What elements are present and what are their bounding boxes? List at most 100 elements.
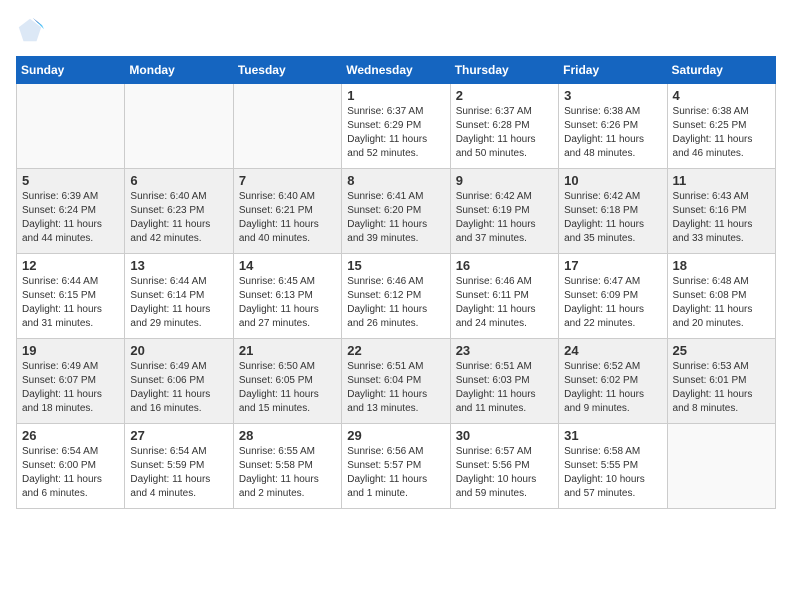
day-number: 6 bbox=[130, 173, 227, 188]
calendar-day-cell: 18 Sunrise: 6:48 AMSunset: 6:08 PMDayligh… bbox=[667, 254, 775, 339]
calendar-day-cell: 15 Sunrise: 6:46 AMSunset: 6:12 PMDayligh… bbox=[342, 254, 450, 339]
weekday-header-row: SundayMondayTuesdayWednesdayThursdayFrid… bbox=[17, 57, 776, 84]
day-number: 11 bbox=[673, 173, 770, 188]
calendar-day-cell bbox=[17, 84, 125, 169]
calendar-day-cell: 28 Sunrise: 6:55 AMSunset: 5:58 PMDayligh… bbox=[233, 424, 341, 509]
calendar-week-row: 1 Sunrise: 6:37 AMSunset: 6:29 PMDaylight… bbox=[17, 84, 776, 169]
day-number: 13 bbox=[130, 258, 227, 273]
calendar-week-row: 5Sunrise: 6:39 AMSunset: 6:24 PMDaylight… bbox=[17, 169, 776, 254]
day-info: Sunrise: 6:44 AMSunset: 6:15 PMDaylight:… bbox=[22, 275, 119, 331]
calendar-week-row: 26 Sunrise: 6:54 AMSunset: 6:00 PMDayligh… bbox=[17, 424, 776, 509]
calendar-day-cell: 13 Sunrise: 6:44 AMSunset: 6:14 PMDayligh… bbox=[125, 254, 233, 339]
day-number: 20 bbox=[130, 343, 227, 358]
calendar-day-cell: 6Sunrise: 6:40 AMSunset: 6:23 PMDaylight… bbox=[125, 169, 233, 254]
day-number: 5 bbox=[22, 173, 119, 188]
day-number: 27 bbox=[130, 428, 227, 443]
day-info: Sunrise: 6:48 AMSunset: 6:08 PMDaylight:… bbox=[673, 275, 770, 331]
day-info: Sunrise: 6:45 AMSunset: 6:13 PMDaylight:… bbox=[239, 275, 336, 331]
day-number: 7 bbox=[239, 173, 336, 188]
day-number: 31 bbox=[564, 428, 661, 443]
day-number: 12 bbox=[22, 258, 119, 273]
day-number: 8 bbox=[347, 173, 444, 188]
calendar-day-cell: 22 Sunrise: 6:51 AMSunset: 6:04 PMDayligh… bbox=[342, 339, 450, 424]
calendar-day-cell: 7 Sunrise: 6:40 AMSunset: 6:21 PMDaylight… bbox=[233, 169, 341, 254]
calendar-day-cell: 27 Sunrise: 6:54 AMSunset: 5:59 PMDayligh… bbox=[125, 424, 233, 509]
day-number: 14 bbox=[239, 258, 336, 273]
day-info: Sunrise: 6:53 AMSunset: 6:01 PMDaylight:… bbox=[673, 360, 770, 416]
day-info: Sunrise: 6:49 AMSunset: 6:06 PMDaylight:… bbox=[130, 360, 227, 416]
calendar-day-cell: 29Sunrise: 6:56 AMSunset: 5:57 PMDayligh… bbox=[342, 424, 450, 509]
day-number: 19 bbox=[22, 343, 119, 358]
calendar-day-cell: 8 Sunrise: 6:41 AMSunset: 6:20 PMDaylight… bbox=[342, 169, 450, 254]
weekday-header-monday: Monday bbox=[125, 57, 233, 84]
day-info: Sunrise: 6:54 AMSunset: 6:00 PMDaylight:… bbox=[22, 445, 119, 501]
day-number: 26 bbox=[22, 428, 119, 443]
day-info: Sunrise: 6:50 AMSunset: 6:05 PMDaylight:… bbox=[239, 360, 336, 416]
weekday-header-tuesday: Tuesday bbox=[233, 57, 341, 84]
logo-icon bbox=[16, 16, 44, 44]
day-info: Sunrise: 6:57 AMSunset: 5:56 PMDaylight:… bbox=[456, 445, 553, 501]
weekday-header-sunday: Sunday bbox=[17, 57, 125, 84]
calendar-day-cell: 1 Sunrise: 6:37 AMSunset: 6:29 PMDaylight… bbox=[342, 84, 450, 169]
calendar-day-cell bbox=[667, 424, 775, 509]
calendar-day-cell: 24 Sunrise: 6:52 AMSunset: 6:02 PMDayligh… bbox=[559, 339, 667, 424]
calendar-day-cell bbox=[233, 84, 341, 169]
day-info: Sunrise: 6:44 AMSunset: 6:14 PMDaylight:… bbox=[130, 275, 227, 331]
day-info: Sunrise: 6:54 AMSunset: 5:59 PMDaylight:… bbox=[130, 445, 227, 501]
day-number: 24 bbox=[564, 343, 661, 358]
calendar-day-cell: 26 Sunrise: 6:54 AMSunset: 6:00 PMDayligh… bbox=[17, 424, 125, 509]
calendar-table: SundayMondayTuesdayWednesdayThursdayFrid… bbox=[16, 56, 776, 509]
day-info: Sunrise: 6:46 AMSunset: 6:11 PMDaylight:… bbox=[456, 275, 553, 331]
calendar-day-cell bbox=[125, 84, 233, 169]
day-number: 18 bbox=[673, 258, 770, 273]
day-info: Sunrise: 6:55 AMSunset: 5:58 PMDaylight:… bbox=[239, 445, 336, 501]
calendar-day-cell: 23 Sunrise: 6:51 AMSunset: 6:03 PMDayligh… bbox=[450, 339, 558, 424]
day-number: 1 bbox=[347, 88, 444, 103]
calendar-day-cell: 20 Sunrise: 6:49 AMSunset: 6:06 PMDayligh… bbox=[125, 339, 233, 424]
day-number: 25 bbox=[673, 343, 770, 358]
day-info: Sunrise: 6:38 AMSunset: 6:26 PMDaylight:… bbox=[564, 105, 661, 161]
page-header bbox=[16, 16, 776, 44]
calendar-week-row: 12 Sunrise: 6:44 AMSunset: 6:15 PMDayligh… bbox=[17, 254, 776, 339]
weekday-header-saturday: Saturday bbox=[667, 57, 775, 84]
day-number: 30 bbox=[456, 428, 553, 443]
day-number: 4 bbox=[673, 88, 770, 103]
day-info: Sunrise: 6:49 AMSunset: 6:07 PMDaylight:… bbox=[22, 360, 119, 416]
calendar-day-cell: 16 Sunrise: 6:46 AMSunset: 6:11 PMDayligh… bbox=[450, 254, 558, 339]
day-number: 21 bbox=[239, 343, 336, 358]
day-info: Sunrise: 6:52 AMSunset: 6:02 PMDaylight:… bbox=[564, 360, 661, 416]
day-info: Sunrise: 6:46 AMSunset: 6:12 PMDaylight:… bbox=[347, 275, 444, 331]
calendar-day-cell: 4 Sunrise: 6:38 AMSunset: 6:25 PMDaylight… bbox=[667, 84, 775, 169]
calendar-day-cell: 11Sunrise: 6:43 AMSunset: 6:16 PMDayligh… bbox=[667, 169, 775, 254]
calendar-day-cell: 25 Sunrise: 6:53 AMSunset: 6:01 PMDayligh… bbox=[667, 339, 775, 424]
calendar-day-cell: 31Sunrise: 6:58 AMSunset: 5:55 PMDayligh… bbox=[559, 424, 667, 509]
logo bbox=[16, 16, 48, 44]
day-info: Sunrise: 6:42 AMSunset: 6:19 PMDaylight:… bbox=[456, 190, 553, 246]
day-info: Sunrise: 6:51 AMSunset: 6:03 PMDaylight:… bbox=[456, 360, 553, 416]
day-info: Sunrise: 6:41 AMSunset: 6:20 PMDaylight:… bbox=[347, 190, 444, 246]
day-number: 3 bbox=[564, 88, 661, 103]
calendar-day-cell: 30 Sunrise: 6:57 AMSunset: 5:56 PMDayligh… bbox=[450, 424, 558, 509]
calendar-day-cell: 12 Sunrise: 6:44 AMSunset: 6:15 PMDayligh… bbox=[17, 254, 125, 339]
calendar-day-cell: 10Sunrise: 6:42 AMSunset: 6:18 PMDayligh… bbox=[559, 169, 667, 254]
calendar-day-cell: 9Sunrise: 6:42 AMSunset: 6:19 PMDaylight… bbox=[450, 169, 558, 254]
day-info: Sunrise: 6:51 AMSunset: 6:04 PMDaylight:… bbox=[347, 360, 444, 416]
day-number: 28 bbox=[239, 428, 336, 443]
weekday-header-friday: Friday bbox=[559, 57, 667, 84]
day-info: Sunrise: 6:38 AMSunset: 6:25 PMDaylight:… bbox=[673, 105, 770, 161]
day-info: Sunrise: 6:37 AMSunset: 6:29 PMDaylight:… bbox=[347, 105, 444, 161]
day-number: 16 bbox=[456, 258, 553, 273]
weekday-header-thursday: Thursday bbox=[450, 57, 558, 84]
day-number: 23 bbox=[456, 343, 553, 358]
day-info: Sunrise: 6:40 AMSunset: 6:21 PMDaylight:… bbox=[239, 190, 336, 246]
calendar-day-cell: 17 Sunrise: 6:47 AMSunset: 6:09 PMDayligh… bbox=[559, 254, 667, 339]
day-info: Sunrise: 6:37 AMSunset: 6:28 PMDaylight:… bbox=[456, 105, 553, 161]
day-number: 22 bbox=[347, 343, 444, 358]
day-number: 15 bbox=[347, 258, 444, 273]
weekday-header-wednesday: Wednesday bbox=[342, 57, 450, 84]
day-number: 17 bbox=[564, 258, 661, 273]
day-number: 10 bbox=[564, 173, 661, 188]
calendar-day-cell: 19 Sunrise: 6:49 AMSunset: 6:07 PMDayligh… bbox=[17, 339, 125, 424]
day-info: Sunrise: 6:47 AMSunset: 6:09 PMDaylight:… bbox=[564, 275, 661, 331]
calendar-day-cell: 21 Sunrise: 6:50 AMSunset: 6:05 PMDayligh… bbox=[233, 339, 341, 424]
